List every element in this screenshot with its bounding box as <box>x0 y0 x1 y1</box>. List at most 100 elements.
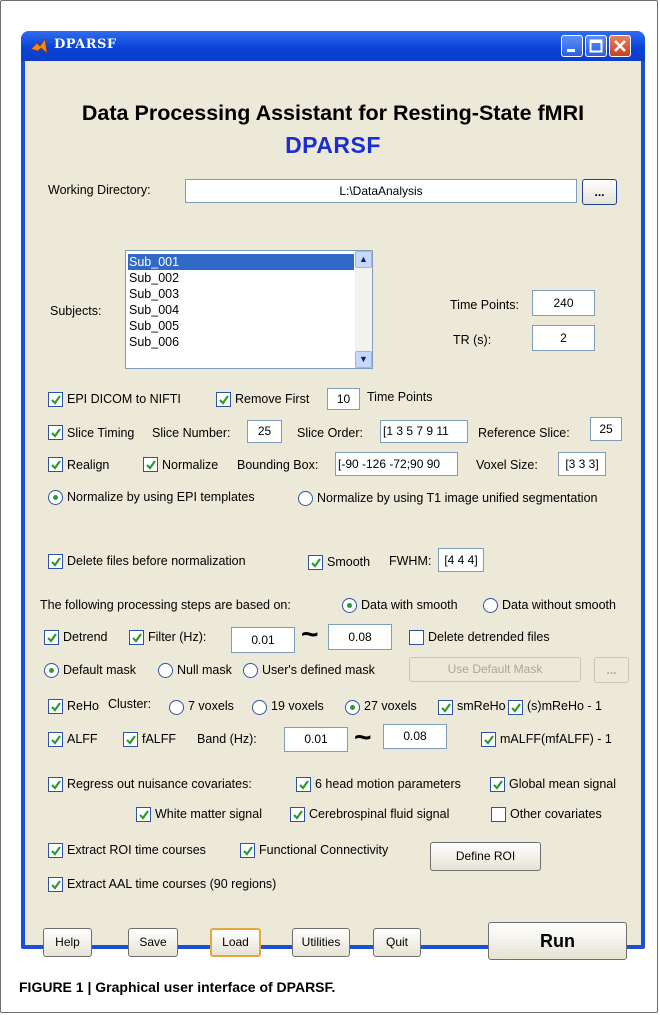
reho-checkbox[interactable] <box>48 699 63 714</box>
normalize-t1-radio[interactable] <box>298 491 313 506</box>
subjects-scrollbar[interactable]: ▲ ▼ <box>355 251 372 368</box>
head-motion-checkbox[interactable] <box>296 777 311 792</box>
normalize-checkbox[interactable] <box>143 457 158 472</box>
check-icon <box>484 735 494 745</box>
check-icon <box>219 395 229 405</box>
quit-button[interactable]: Quit <box>373 928 421 957</box>
load-button[interactable]: Load <box>210 928 261 957</box>
list-item[interactable]: Sub_003 <box>128 286 354 302</box>
regress-checkbox[interactable] <box>48 777 63 792</box>
smooth-label: Smooth <box>327 555 371 569</box>
utilities-button[interactable]: Utilities <box>292 928 350 957</box>
check-icon <box>51 880 61 890</box>
cluster-27-radio[interactable] <box>345 700 360 715</box>
check-icon <box>493 780 503 790</box>
with-smooth-radio[interactable] <box>342 598 357 613</box>
check-icon <box>51 557 61 567</box>
null-mask-radio[interactable] <box>158 663 173 678</box>
reference-slice-field[interactable]: 25 <box>590 417 622 441</box>
time-points-field[interactable]: 240 <box>532 290 595 316</box>
run-button[interactable]: Run <box>488 922 627 960</box>
check-icon <box>299 780 309 790</box>
help-button[interactable]: Help <box>43 928 92 957</box>
remove-first-checkbox[interactable] <box>216 392 231 407</box>
tr-label: TR (s): <box>453 333 492 347</box>
check-icon <box>441 703 451 713</box>
slice-number-field[interactable]: 25 <box>247 420 282 443</box>
slice-order-field[interactable]: [1 3 5 7 9 11 <box>380 420 468 443</box>
extract-aal-checkbox[interactable] <box>48 877 63 892</box>
slice-timing-checkbox[interactable] <box>48 425 63 440</box>
filter-low-field[interactable]: 0.01 <box>231 627 295 653</box>
remove-first-field[interactable]: 10 <box>327 388 360 410</box>
without-smooth-radio[interactable] <box>483 598 498 613</box>
voxel-size-field[interactable]: [3 3 3] <box>558 452 606 476</box>
save-button[interactable]: Save <box>128 928 178 957</box>
global-mean-label: Global mean signal <box>509 777 617 791</box>
bounding-box-label: Bounding Box: <box>237 458 319 472</box>
smreho-checkbox[interactable] <box>438 700 453 715</box>
white-matter-label: White matter signal <box>155 807 262 821</box>
browse-mask-button[interactable]: ... <box>594 657 629 683</box>
list-item[interactable]: Sub_005 <box>128 318 354 334</box>
epi-dicom-label: EPI DICOM to NIFTI <box>67 392 181 406</box>
slice-order-label: Slice Order: <box>297 426 363 440</box>
browse-directory-button[interactable]: ... <box>582 179 617 205</box>
reho-label: ReHo <box>67 699 99 713</box>
dparsf-window: DPARSF Data Processing Assistant for Res… <box>21 31 645 960</box>
band-low-field[interactable]: 0.01 <box>284 727 348 752</box>
cluster-7-radio[interactable] <box>169 700 184 715</box>
tr-field[interactable]: 2 <box>532 325 595 351</box>
normalize-epi-radio[interactable] <box>48 490 63 505</box>
cluster-19-radio[interactable] <box>252 700 267 715</box>
scroll-down-icon[interactable]: ▼ <box>355 351 372 368</box>
working-directory-field[interactable]: L:\DataAnalysis <box>185 179 577 203</box>
extract-roi-label: Extract ROI time courses <box>67 843 206 857</box>
smreho1-checkbox[interactable] <box>508 700 523 715</box>
delete-files-checkbox[interactable] <box>48 554 63 569</box>
csf-checkbox[interactable] <box>290 807 305 822</box>
check-icon <box>51 428 61 438</box>
functional-connectivity-checkbox[interactable] <box>240 843 255 858</box>
detrend-checkbox[interactable] <box>44 630 59 645</box>
falff-checkbox[interactable] <box>123 732 138 747</box>
list-item[interactable]: Sub_004 <box>128 302 354 318</box>
check-icon <box>126 735 136 745</box>
filter-high-field[interactable]: 0.08 <box>328 624 392 650</box>
fwhm-field[interactable]: [4 4 4] <box>438 548 484 572</box>
list-item[interactable]: Sub_006 <box>128 334 354 350</box>
title-bar[interactable]: DPARSF <box>21 31 645 61</box>
realign-label: Realign <box>67 458 110 472</box>
bounding-box-field[interactable]: [-90 -126 -72;90 90 <box>335 452 458 476</box>
global-mean-checkbox[interactable] <box>490 777 505 792</box>
maximize-button[interactable] <box>585 35 607 57</box>
normalize-t1-label: Normalize by using T1 image unified segm… <box>317 491 598 505</box>
smooth-checkbox[interactable] <box>308 555 323 570</box>
band-high-field[interactable]: 0.08 <box>383 724 447 749</box>
regress-label: Regress out nuisance covariates: <box>67 777 252 791</box>
smreho-label: smReHo <box>457 699 506 713</box>
default-mask-radio[interactable] <box>44 663 59 678</box>
scroll-up-icon[interactable]: ▲ <box>355 251 372 268</box>
user-mask-radio[interactable] <box>243 663 258 678</box>
delete-detrended-checkbox[interactable] <box>409 630 424 645</box>
use-default-mask-button[interactable]: Use Default Mask <box>409 657 581 682</box>
malff-checkbox[interactable] <box>481 732 496 747</box>
epi-dicom-checkbox[interactable] <box>48 392 63 407</box>
range-tilde: ~ <box>301 618 319 651</box>
list-item[interactable]: Sub_002 <box>128 270 354 286</box>
filter-checkbox[interactable] <box>129 630 144 645</box>
subjects-list[interactable]: Sub_001 Sub_002 Sub_003 Sub_004 Sub_005 … <box>125 250 373 369</box>
define-roi-button[interactable]: Define ROI <box>430 842 541 871</box>
alff-checkbox[interactable] <box>48 732 63 747</box>
other-covariates-checkbox[interactable] <box>491 807 506 822</box>
check-icon <box>51 846 61 856</box>
band-label: Band (Hz): <box>197 732 257 746</box>
extract-roi-checkbox[interactable] <box>48 843 63 858</box>
list-item[interactable]: Sub_001 <box>128 254 354 270</box>
minimize-button[interactable] <box>561 35 583 57</box>
white-matter-checkbox[interactable] <box>136 807 151 822</box>
close-button[interactable] <box>609 35 631 57</box>
realign-checkbox[interactable] <box>48 457 63 472</box>
normalize-epi-label: Normalize by using EPI templates <box>67 490 255 504</box>
